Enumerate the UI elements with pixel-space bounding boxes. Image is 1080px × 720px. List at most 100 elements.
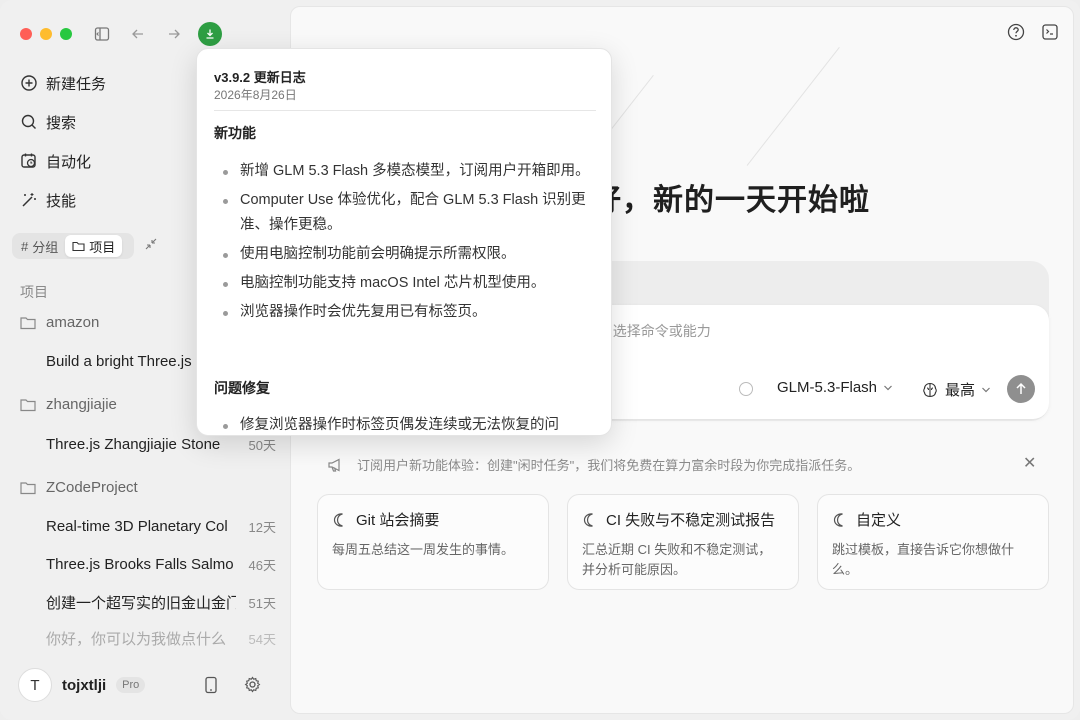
chevron-down-icon <box>982 387 990 392</box>
mobile-device-icon[interactable] <box>203 676 219 699</box>
template-card-git-standup[interactable]: Git 站会摘要 每周五总结这一周发生的事情。 <box>317 494 549 590</box>
task-title: Three.js Zhangjiajie Stone <box>46 436 221 453</box>
status-circle-icon[interactable] <box>739 382 753 396</box>
task-item[interactable]: 你好，你可以为我做点什么 54天 <box>46 628 276 649</box>
forward-arrow-icon[interactable] <box>162 22 186 46</box>
template-card-ci-report[interactable]: CI 失败与不稳定测试报告 汇总近期 CI 失败和不稳定测试，并分析可能原因。 <box>567 494 799 590</box>
model-select[interactable]: GLM-5.3-Flash <box>777 379 893 396</box>
hash-icon: # <box>21 238 29 254</box>
greeting-heading: 好，新的一天开始啦 <box>591 184 870 217</box>
user-profile[interactable]: T tojxtlji Pro <box>18 668 146 702</box>
new-features-list: 新增 GLM 5.3 Flash 多模态模型，订阅用户开箱即用。 Compute… <box>221 159 591 329</box>
close-icon[interactable]: ✕ <box>1023 453 1036 473</box>
skills-button[interactable]: 技能 <box>20 188 76 212</box>
zoom-window-button[interactable] <box>60 28 72 40</box>
help-icon[interactable] <box>1007 23 1025 46</box>
search-label: 搜索 <box>46 114 77 132</box>
collapse-all-icon[interactable] <box>144 237 158 254</box>
new-task-label: 新建任务 <box>46 75 107 93</box>
folder-zcodeproject[interactable]: ZCodeProject <box>20 479 138 496</box>
card-description: 跳过模板，直接告诉它你想做什么。 <box>832 542 1015 577</box>
chevron-down-icon <box>884 385 892 390</box>
project-tab[interactable]: 项目 <box>65 235 123 257</box>
task-days: 50天 <box>248 438 276 453</box>
list-item: 新增 GLM 5.3 Flash 多模态模型，订阅用户开箱即用。 <box>221 159 591 184</box>
folder-name: ZCodeProject <box>46 479 138 496</box>
task-title: Real-time 3D Planetary Col <box>46 518 228 535</box>
list-item: 修复浏览器操作时标签页偶发连续或无法恢复的问 <box>221 413 591 435</box>
reasoning-level-value: 最高 <box>945 382 976 399</box>
background-decoration <box>746 47 840 166</box>
card-title: Git 站会摘要 <box>356 512 440 529</box>
minimize-window-button[interactable] <box>40 28 52 40</box>
task-days: 46天 <box>248 558 276 573</box>
download-update-icon[interactable] <box>198 22 222 46</box>
task-days: 54天 <box>248 632 276 647</box>
projects-section-label: 项目 <box>20 284 48 300</box>
bug-fixes-heading: 问题修复 <box>214 380 270 396</box>
folder-amazon[interactable]: amazon <box>20 314 99 331</box>
group-tab-label: 分组 <box>32 239 59 255</box>
task-days: 12天 <box>248 520 276 535</box>
changelog-title: v3.9.2 更新日志 <box>214 70 306 85</box>
moon-icon <box>833 512 843 527</box>
plus-circle-icon <box>21 75 37 91</box>
gear-icon[interactable] <box>244 676 261 698</box>
project-tab-label: 项目 <box>89 239 116 255</box>
moon-icon <box>333 512 343 527</box>
card-description: 每周五总结这一周发生的事情。 <box>332 542 515 557</box>
new-task-button[interactable]: 新建任务 <box>20 71 106 95</box>
toggle-sidebar-icon[interactable] <box>90 22 114 46</box>
new-features-heading: 新功能 <box>214 125 256 141</box>
task-title: 你好，你可以为我做点什么 <box>46 631 227 648</box>
toolbar <box>90 22 222 46</box>
task-title: 创建一个超写实的旧金山金门 <box>46 595 236 612</box>
task-days: 51天 <box>248 596 276 611</box>
magic-wand-icon <box>22 193 36 207</box>
reasoning-level-select[interactable]: 最高 <box>921 379 991 400</box>
search-icon <box>21 114 36 129</box>
announcement-text: 订阅用户新功能体验：创建"闲时任务"，我们将免费在算力富余时段为你完成指派任务。 <box>357 458 861 473</box>
send-button[interactable] <box>1007 375 1035 403</box>
card-title: 自定义 <box>856 512 902 529</box>
automation-button[interactable]: 自动化 <box>20 149 91 173</box>
window-controls <box>20 28 72 40</box>
task-item[interactable]: Real-time 3D Planetary Col 12天 <box>46 517 276 536</box>
task-title: Three.js Brooks Falls Salmo <box>46 556 234 573</box>
list-item: 电脑控制功能支持 macOS Intel 芯片机型使用。 <box>221 271 591 296</box>
task-item[interactable]: Three.js Brooks Falls Salmo 46天 <box>46 555 276 574</box>
username: tojxtlji <box>62 676 107 694</box>
search-button[interactable]: 搜索 <box>20 110 76 134</box>
task-item[interactable]: 创建一个超写实的旧金山金门 51天 <box>46 592 276 613</box>
card-description: 汇总近期 CI 失败和不稳定测试，并分析可能原因。 <box>582 542 772 577</box>
skills-label: 技能 <box>46 192 77 210</box>
moon-icon <box>583 512 593 527</box>
folder-icon <box>20 398 36 411</box>
view-toggle: # 分组 项目 <box>12 233 134 259</box>
terminal-icon[interactable] <box>1041 23 1059 46</box>
list-item: 使用电脑控制功能前会明确提示所需权限。 <box>221 242 591 267</box>
clock-calendar-icon <box>21 153 36 168</box>
folder-icon <box>20 481 36 494</box>
folder-icon <box>72 241 85 252</box>
arrow-up-icon <box>1016 382 1026 394</box>
template-card-custom[interactable]: 自定义 跳过模板，直接告诉它你想做什么。 <box>817 494 1049 590</box>
close-window-button[interactable] <box>20 28 32 40</box>
folder-name: amazon <box>46 314 100 331</box>
model-select-value: GLM-5.3-Flash <box>777 379 878 396</box>
group-tab[interactable]: # 分组 <box>14 235 65 257</box>
divider <box>214 110 596 111</box>
folder-icon <box>20 316 36 329</box>
app-window: 新建任务 搜索 自动化 技能 # 分组 项目 项目 amazon Build a… <box>0 0 1080 720</box>
task-item[interactable]: Three.js Zhangjiajie Stone 50天 <box>46 435 276 454</box>
avatar: T <box>18 668 52 702</box>
prompt-input[interactable]: / 选择命令或能力 <box>605 321 711 341</box>
changelog-date: 2026年8月26日 <box>214 88 297 102</box>
list-item: 浏览器操作时会优先复用已有标签页。 <box>221 300 591 325</box>
folder-zhangjiajie[interactable]: zhangjiajie <box>20 396 117 413</box>
announcement-banner: 订阅用户新功能体验：创建"闲时任务"，我们将免费在算力富余时段为你完成指派任务。 <box>327 455 860 474</box>
back-arrow-icon[interactable] <box>126 22 150 46</box>
changelog-popover[interactable]: v3.9.2 更新日志 2026年8月26日 新功能 新增 GLM 5.3 Fl… <box>196 48 612 436</box>
list-item: Computer Use 体验优化，配合 GLM 5.3 Flash 识别更准、… <box>221 188 591 238</box>
card-title: CI 失败与不稳定测试报告 <box>606 512 776 529</box>
